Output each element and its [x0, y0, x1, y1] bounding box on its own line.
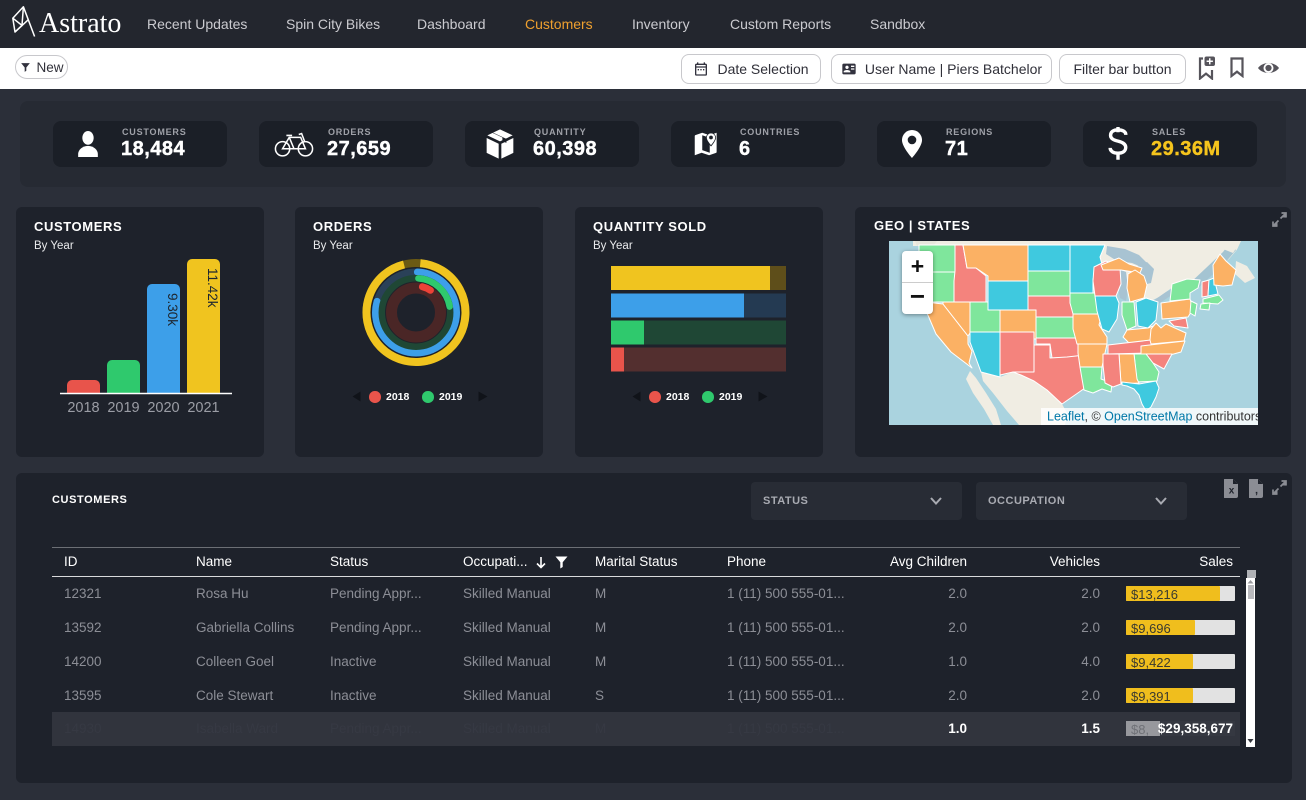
svg-text:2018: 2018 — [67, 400, 99, 416]
svg-text:,: , — [1255, 485, 1258, 497]
svg-text:x: x — [1229, 486, 1235, 497]
svg-text:2019: 2019 — [107, 400, 139, 416]
svg-text:2021: 2021 — [187, 400, 219, 416]
svg-text:Leaflet, © OpenStreetMap contr: Leaflet, © OpenStreetMap contributors — [1047, 410, 1258, 424]
svg-text:9.30k: 9.30k — [165, 293, 180, 326]
svg-text:2020: 2020 — [147, 400, 179, 416]
svg-text:11.42k: 11.42k — [205, 268, 220, 308]
